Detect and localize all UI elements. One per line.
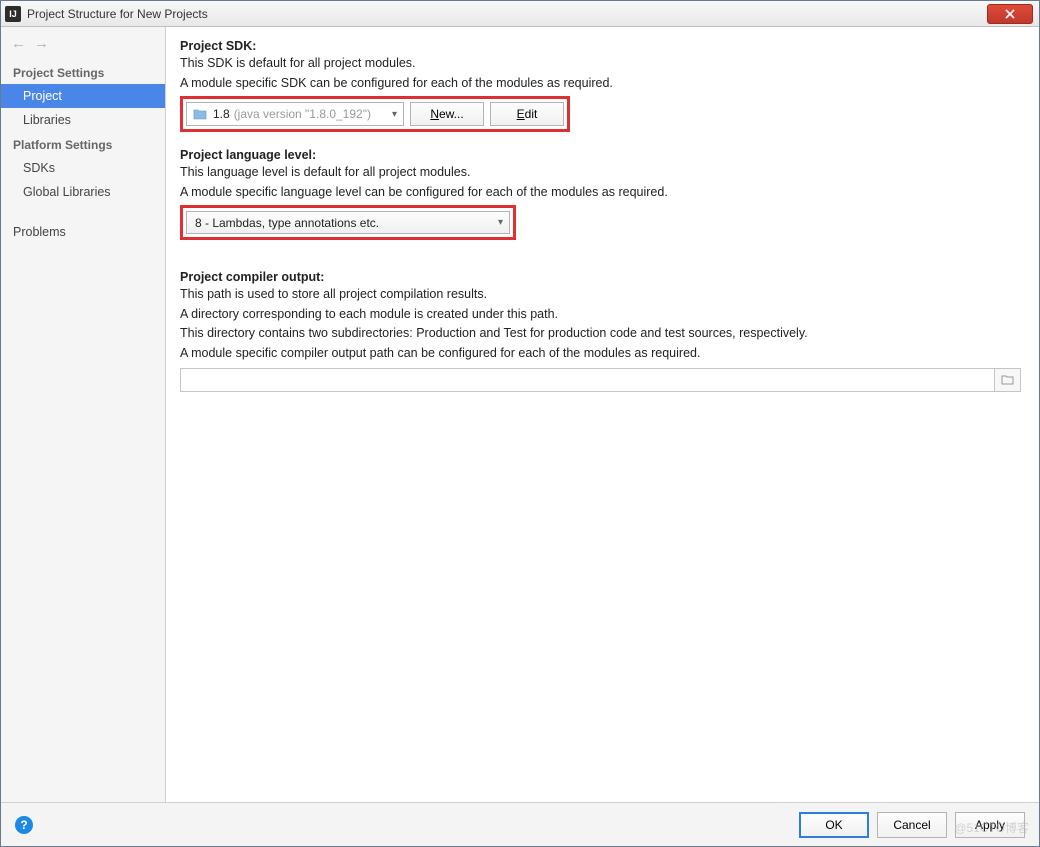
window-title: Project Structure for New Projects: [27, 7, 987, 21]
output-path-row: [180, 368, 1021, 392]
dialog-footer: ? OK Cancel Apply: [1, 802, 1039, 846]
back-arrow-icon[interactable]: ←: [11, 35, 26, 52]
sidebar-item-problems[interactable]: Problems: [1, 220, 165, 244]
chevron-down-icon: ▾: [498, 217, 503, 228]
lang-value: 8 - Lambdas, type annotations etc.: [195, 216, 379, 230]
output-desc-4: A module specific compiler output path c…: [180, 345, 1021, 363]
sidebar-cat-platform-settings: Platform Settings: [1, 132, 165, 156]
sdk-desc-1: This SDK is default for all project modu…: [180, 55, 1021, 73]
sdk-detail: (java version "1.8.0_192"): [234, 107, 371, 121]
lang-desc-2: A module specific language level can be …: [180, 184, 1021, 202]
output-header: Project compiler output:: [180, 270, 1021, 284]
sdk-value: 1.8: [213, 107, 230, 121]
app-icon: IJ: [5, 6, 21, 22]
content-panel: Project SDK: This SDK is default for all…: [166, 27, 1039, 802]
nav-arrows: ← →: [1, 31, 165, 60]
language-level-dropdown[interactable]: 8 - Lambdas, type annotations etc. ▾: [186, 211, 510, 234]
cancel-button[interactable]: Cancel: [877, 812, 947, 838]
output-desc-1: This path is used to store all project c…: [180, 286, 1021, 304]
titlebar: IJ Project Structure for New Projects: [1, 1, 1039, 27]
output-desc-3: This directory contains two subdirectori…: [180, 325, 1021, 343]
output-desc-2: A directory corresponding to each module…: [180, 306, 1021, 324]
sdk-header: Project SDK:: [180, 39, 1021, 53]
sidebar-item-project[interactable]: Project: [1, 84, 165, 108]
lang-desc-1: This language level is default for all p…: [180, 164, 1021, 182]
folder-open-icon: [1001, 374, 1015, 386]
sidebar-item-libraries[interactable]: Libraries: [1, 108, 165, 132]
output-path-input[interactable]: [180, 368, 995, 392]
edit-sdk-button[interactable]: Edit: [490, 102, 564, 126]
folder-icon: [193, 108, 207, 120]
lang-header: Project language level:: [180, 148, 1021, 162]
apply-button[interactable]: Apply: [955, 812, 1025, 838]
sdk-desc-2: A module specific SDK can be configured …: [180, 75, 1021, 93]
sdk-dropdown[interactable]: 1.8 (java version "1.8.0_192") ▾: [186, 102, 404, 126]
sidebar-item-global-libraries[interactable]: Global Libraries: [1, 180, 165, 204]
ok-button[interactable]: OK: [799, 812, 869, 838]
sidebar: ← → Project Settings Project Libraries P…: [1, 27, 166, 802]
close-button[interactable]: [987, 4, 1033, 24]
sdk-highlight-box: 1.8 (java version "1.8.0_192") ▾ New... …: [180, 96, 570, 132]
new-sdk-button[interactable]: New...: [410, 102, 484, 126]
lang-highlight-box: 8 - Lambdas, type annotations etc. ▾: [180, 205, 516, 240]
forward-arrow-icon[interactable]: →: [34, 35, 49, 52]
dialog-window: IJ Project Structure for New Projects ← …: [0, 0, 1040, 847]
chevron-down-icon: ▾: [392, 109, 397, 120]
browse-output-button[interactable]: [995, 368, 1021, 392]
help-button[interactable]: ?: [15, 816, 33, 834]
dialog-body: ← → Project Settings Project Libraries P…: [1, 27, 1039, 802]
sidebar-item-sdks[interactable]: SDKs: [1, 156, 165, 180]
close-icon: [1005, 9, 1015, 19]
sidebar-cat-project-settings: Project Settings: [1, 60, 165, 84]
